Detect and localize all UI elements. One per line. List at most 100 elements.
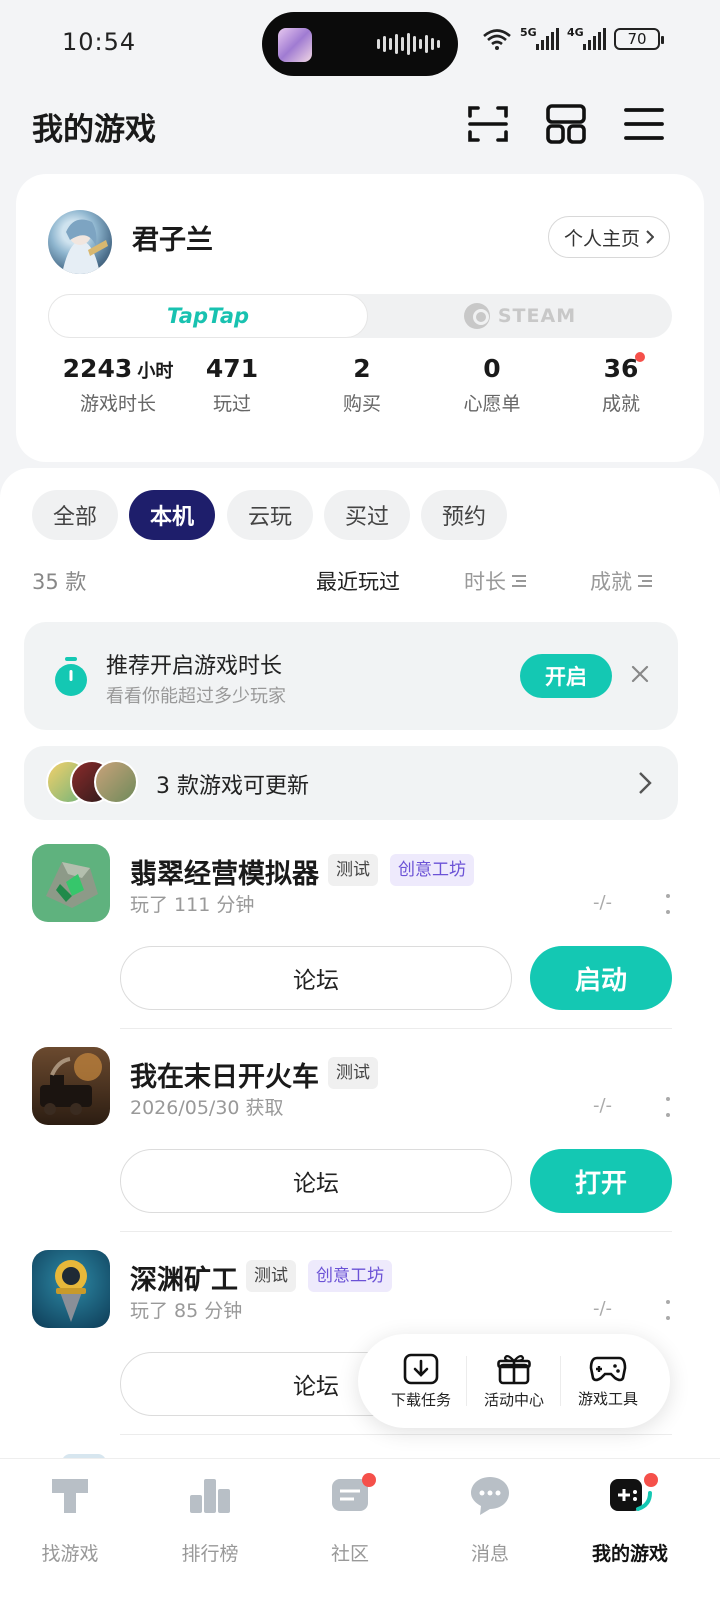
updates-text: 3 款游戏可更新 — [156, 774, 309, 799]
updates-available-bar[interactable]: 3 款游戏可更新 — [24, 746, 678, 820]
update-game-thumbnails — [46, 760, 146, 806]
stat-value: 2243 — [62, 354, 133, 383]
tab-rankings[interactable]: 排行榜 — [140, 1473, 280, 1566]
stat-value: 471 — [205, 354, 259, 383]
steam-icon — [463, 303, 490, 329]
forum-button[interactable]: 论坛 — [120, 1149, 512, 1213]
enable-playtime-button[interactable]: 开启 — [520, 654, 612, 698]
notification-dot — [362, 1473, 376, 1487]
game-item: 我在末日开火车 测试 2026/05/30 获取 -/- 论坛 打开 — [0, 1047, 720, 1243]
filter-chip-bought[interactable]: 买过 — [324, 490, 410, 540]
status-time: 10:54 — [62, 28, 137, 56]
stat-value: 2 — [353, 354, 371, 383]
stat-achievements[interactable]: 36 成就 — [571, 352, 671, 416]
status-bar: 10:54 5G 4G 70 — [0, 0, 720, 90]
filter-chip-reserved[interactable]: 预约 — [421, 490, 507, 540]
open-button[interactable]: 打开 — [530, 1149, 672, 1213]
sort-duration[interactable]: 时长 — [464, 566, 526, 596]
tab-label: 消息 — [470, 1543, 509, 1565]
chevron-right-icon — [639, 772, 652, 794]
game-title[interactable]: 我在末日开火车 — [130, 1055, 319, 1094]
game-playtime: 玩了 85 分钟 — [130, 1300, 243, 1322]
stat-wishlist[interactable]: 0 心愿单 — [442, 354, 542, 416]
platform-toggle: TapTap STEAM — [48, 294, 672, 338]
more-options-icon[interactable] — [664, 1298, 672, 1322]
tab-find-games[interactable]: 找游戏 — [0, 1473, 140, 1566]
playtime-recommend-banner: 推荐开启游戏时长 看看你能超过多少玩家 开启 — [24, 622, 678, 730]
wifi-icon — [483, 29, 511, 50]
stat-played[interactable]: 471 玩过 — [182, 354, 282, 416]
signal-4g-icon: 4G — [567, 26, 606, 50]
divider — [120, 1028, 672, 1029]
game-icon[interactable] — [32, 844, 110, 922]
more-options-icon[interactable] — [664, 1095, 672, 1119]
launch-button[interactable]: 启动 — [530, 946, 672, 1010]
chat-bubble-icon — [471, 1477, 509, 1515]
stat-value: 0 — [483, 354, 501, 383]
close-icon[interactable] — [628, 662, 652, 686]
gamepad-icon — [589, 1356, 627, 1381]
download-tasks-button[interactable]: 下载任务 — [374, 1334, 468, 1428]
gift-icon — [497, 1354, 531, 1384]
platform-steam-tab[interactable]: STEAM — [368, 294, 672, 338]
tab-label: 社区 — [330, 1543, 369, 1565]
tag-workshop: 创意工坊 — [390, 854, 474, 886]
achievement-ratio: -/- — [593, 1095, 613, 1116]
floating-toolbar: 下载任务 活动中心 游戏工具 — [358, 1334, 670, 1428]
divider — [120, 1434, 672, 1435]
game-title[interactable]: 翡翠经营模拟器 — [130, 852, 319, 891]
toolbar-label: 游戏工具 — [577, 1389, 638, 1408]
filter-chip-local[interactable]: 本机 — [129, 490, 215, 540]
steam-label: STEAM — [497, 305, 577, 327]
stat-label: 购买 — [342, 393, 381, 415]
filter-chip-all[interactable]: 全部 — [32, 490, 118, 540]
game-thumbnail — [94, 760, 138, 804]
status-indicators: 5G 4G 70 — [482, 26, 664, 50]
filter-chip-cloud[interactable]: 云玩 — [227, 490, 313, 540]
find-games-icon — [52, 1479, 88, 1513]
menu-icon[interactable] — [622, 102, 666, 146]
sort-icon — [512, 575, 526, 587]
scan-icon[interactable] — [466, 102, 510, 146]
banner-title: 推荐开启游戏时长 — [106, 654, 283, 679]
stat-label: 游戏时长 — [79, 393, 156, 415]
game-list-panel: 全部 本机 云玩 买过 预约 35 款 最近玩过 时长 成就 推荐开启游戏时长 … — [0, 468, 720, 1468]
more-options-icon[interactable] — [664, 892, 672, 916]
homepage-label: 个人主页 — [563, 227, 640, 250]
game-count: 35 款 — [32, 570, 87, 594]
signal-5g-icon: 5G — [520, 26, 559, 50]
stat-purchased[interactable]: 2 购买 — [312, 354, 412, 416]
game-acquired-date: 2026/05/30 获取 — [130, 1097, 284, 1119]
tab-my-games[interactable]: 我的游戏 — [560, 1473, 700, 1566]
battery-icon: 70 — [614, 28, 664, 50]
game-title[interactable]: 深渊矿工 — [130, 1258, 238, 1297]
profile-stats: 2243 小时 游戏时长 471 玩过 2 购买 0 心愿单 36 成就 — [16, 352, 704, 424]
activity-center-button[interactable]: 活动中心 — [467, 1334, 561, 1428]
stat-playtime[interactable]: 2243 小时 游戏时长 — [50, 354, 186, 416]
media-thumbnail — [278, 28, 312, 62]
sort-icon — [638, 575, 652, 587]
divider — [120, 1231, 672, 1232]
platform-taptap-tab[interactable]: TapTap — [48, 294, 368, 338]
game-icon[interactable] — [32, 1250, 110, 1328]
sort-recent[interactable]: 最近玩过 — [316, 566, 400, 596]
stat-label: 心愿单 — [463, 393, 521, 415]
sort-label: 成就 — [590, 570, 632, 594]
game-item: 翡翠经营模拟器 测试 创意工坊 玩了 111 分钟 -/- 论坛 启动 — [0, 844, 720, 1040]
avatar[interactable] — [48, 210, 112, 274]
page-title: 我的游戏 — [32, 112, 156, 148]
game-icon[interactable] — [32, 1047, 110, 1125]
bottom-tab-bar: 找游戏 排行榜 社区 消息 我的游戏 — [0, 1458, 720, 1608]
download-icon — [403, 1353, 439, 1384]
grid-layout-icon[interactable] — [544, 102, 588, 146]
personal-homepage-button[interactable]: 个人主页 — [548, 216, 670, 258]
achievement-ratio: -/- — [593, 892, 613, 913]
rankings-icon — [190, 1479, 230, 1513]
tab-community[interactable]: 社区 — [280, 1473, 420, 1566]
stat-label: 玩过 — [212, 393, 251, 415]
game-tools-button[interactable]: 游戏工具 — [561, 1334, 655, 1428]
sort-achievements[interactable]: 成就 — [590, 566, 652, 596]
achievement-ratio: -/- — [593, 1298, 613, 1319]
forum-button[interactable]: 论坛 — [120, 946, 512, 1010]
tab-messages[interactable]: 消息 — [420, 1473, 560, 1566]
